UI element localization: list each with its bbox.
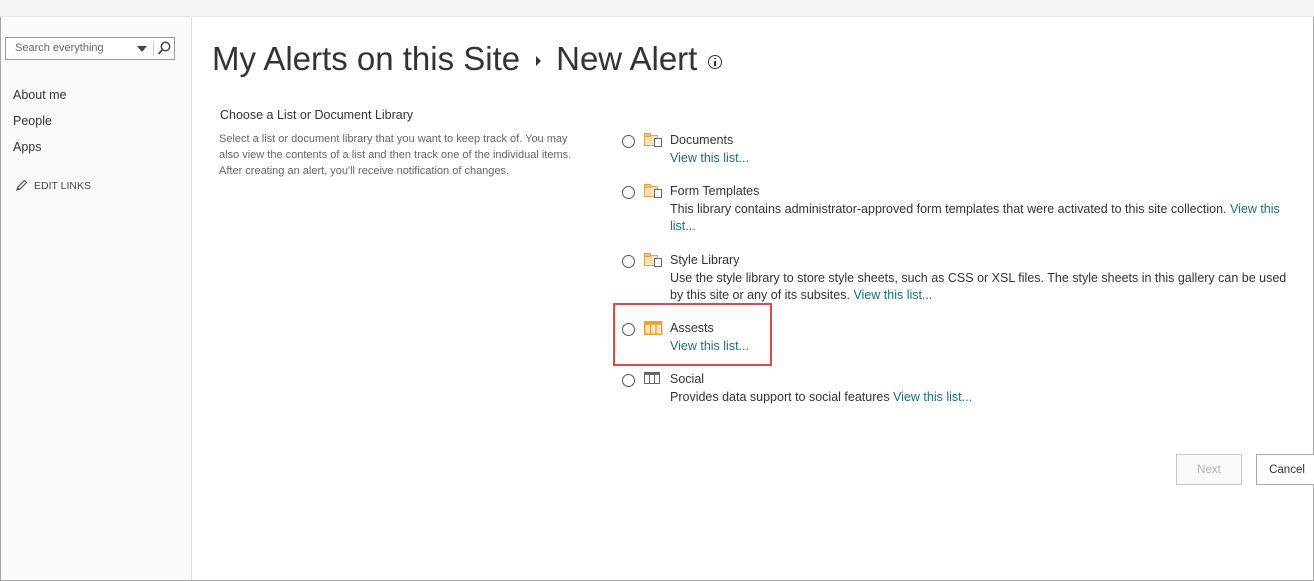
radio-documents[interactable] — [622, 135, 635, 148]
section-title: Choose a List or Document Library — [220, 108, 414, 122]
option-name-form-templates: Form Templates — [670, 184, 760, 198]
option-name-documents: Documents — [670, 133, 734, 147]
list-table-icon — [644, 372, 660, 384]
nav-item-apps[interactable]: Apps — [13, 140, 42, 154]
document-library-icon — [644, 133, 662, 147]
radio-social[interactable] — [622, 374, 635, 387]
highlight-box — [613, 303, 772, 366]
info-icon[interactable] — [708, 54, 723, 69]
edit-links-label: EDIT LINKS — [34, 179, 91, 192]
section-description: Select a list or document library that y… — [219, 133, 572, 177]
search-box[interactable]: Search everything — [5, 37, 175, 60]
radio-form-templates[interactable] — [622, 186, 635, 199]
left-navigation: Search everything About me People Apps E… — [1, 17, 192, 580]
breadcrumb-parent[interactable]: My Alerts on this Site — [212, 40, 520, 78]
view-list-link-social[interactable]: View this list... — [893, 390, 972, 404]
document-library-icon — [644, 253, 662, 267]
search-icon[interactable] — [156, 40, 172, 57]
option-description-social: Provides data support to social features… — [670, 389, 1300, 406]
option-name-style-library: Style Library — [670, 253, 740, 267]
search-input[interactable]: Search everything — [15, 42, 104, 54]
view-list-link-style-library[interactable]: View this list... — [853, 288, 932, 302]
cancel-button[interactable]: Cancel — [1256, 454, 1314, 485]
search-scope-dropdown-icon[interactable] — [137, 46, 147, 52]
option-description-text-form-templates: This library contains administrator-appr… — [670, 202, 1227, 216]
option-description-form-templates: This library contains administrator-appr… — [670, 201, 1300, 235]
breadcrumb-arrow-icon — [536, 56, 542, 66]
view-list-link-documents[interactable]: View this list... — [670, 151, 749, 165]
option-description-text-social: Provides data support to social features — [670, 390, 890, 404]
option-description-text-style-library: Use the style library to store style she… — [670, 271, 1287, 302]
pencil-icon — [16, 179, 28, 191]
document-library-icon — [644, 184, 662, 198]
option-description-style-library: Use the style library to store style she… — [670, 270, 1300, 304]
option-name-social: Social — [670, 372, 705, 386]
nav-item-people[interactable]: People — [13, 114, 52, 128]
edit-links-button[interactable]: EDIT LINKS — [15, 179, 91, 192]
top-bar — [0, 0, 1314, 17]
radio-style-library[interactable] — [622, 255, 635, 268]
option-description-documents: View this list... — [670, 150, 1300, 167]
breadcrumb-current: New Alert — [556, 40, 698, 77]
search-separator — [153, 41, 154, 56]
page-title: My Alerts on this Site New Alert — [212, 40, 723, 78]
next-button[interactable]: Next — [1176, 454, 1242, 485]
nav-item-about-me[interactable]: About me — [13, 88, 67, 102]
